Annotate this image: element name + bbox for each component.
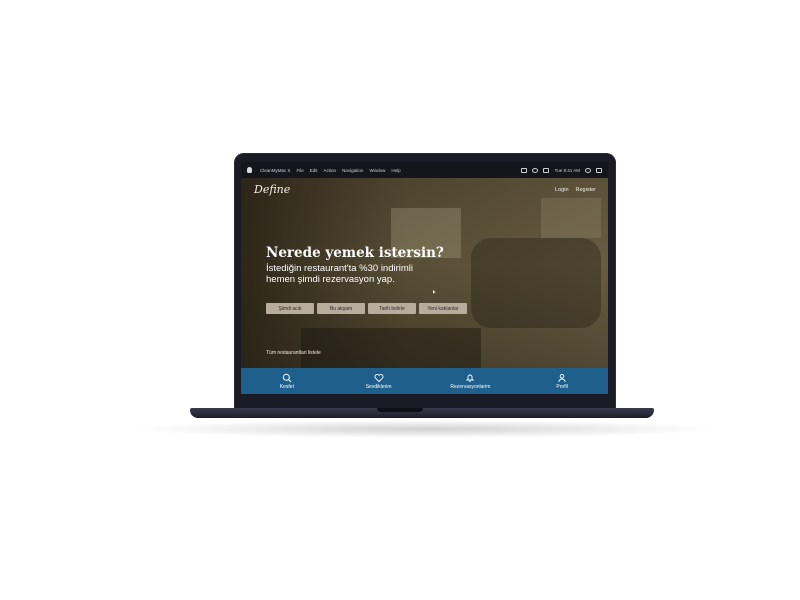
control-center-icon[interactable]	[596, 167, 602, 173]
airplay-icon[interactable]	[542, 167, 549, 173]
bottom-tab-bar: Kesfet Sevdiklerim Rezervasyonlarim Prof…	[241, 368, 608, 394]
hero-background-shape	[541, 198, 601, 238]
menu-window[interactable]: Window	[369, 168, 385, 173]
user-icon	[558, 373, 566, 382]
chip-pick-date[interactable]: Tarih belirle	[368, 303, 416, 314]
tab-sevdiklerim[interactable]: Sevdiklerim	[333, 368, 425, 394]
heart-icon	[374, 373, 384, 382]
tab-label: Profil	[556, 383, 568, 390]
header-nav: Login Register	[555, 187, 596, 193]
hero-subtitle: İstediğin restaurant'ta %30 indirimli he…	[266, 263, 414, 285]
laptop-screen: CleanMyMac X File Edit Action Navigation…	[241, 162, 608, 394]
laptop-notch	[377, 408, 423, 412]
mouse-cursor-icon	[433, 290, 436, 294]
menu-action[interactable]: Action	[324, 168, 337, 173]
chip-open-now[interactable]: Şimdi acık	[266, 303, 314, 314]
menu-navigation[interactable]: Navigation	[342, 168, 363, 173]
site-logo[interactable]: Define	[254, 183, 290, 196]
hero-background-shape	[301, 328, 481, 368]
webpage: Define Login Register Nerede yemek ister…	[241, 178, 608, 394]
laptop-shadow	[130, 420, 720, 438]
battery-icon[interactable]	[520, 167, 527, 173]
login-link[interactable]: Login	[555, 187, 568, 193]
tab-profil[interactable]: Profil	[516, 368, 608, 394]
tab-rezervasyonlarim[interactable]: Rezervasyonlarim	[425, 368, 517, 394]
menu-file[interactable]: File	[297, 168, 304, 173]
hero-background-shape	[471, 238, 601, 328]
apple-icon[interactable]	[247, 167, 252, 173]
search-icon	[282, 373, 292, 382]
tab-label: Kesfet	[279, 383, 294, 390]
menu-app[interactable]: CleanMyMac X	[260, 168, 291, 173]
menu-edit[interactable]: Edit	[310, 168, 318, 173]
tab-kesfet[interactable]: Kesfet	[241, 368, 333, 394]
tab-label: Sevdiklerim	[365, 383, 392, 390]
wifi-icon[interactable]	[531, 167, 538, 173]
filter-chips: Şimdi acık Bu akşam Tarih belirle Yeni k…	[266, 303, 467, 314]
menu-help[interactable]: Help	[391, 168, 400, 173]
tab-label: Rezervasyonlarim	[450, 383, 491, 390]
chip-tonight[interactable]: Bu akşam	[317, 303, 365, 314]
chip-new-joiners[interactable]: Yeni katılanlar	[419, 303, 467, 314]
bell-icon	[466, 374, 475, 382]
register-link[interactable]: Register	[576, 187, 596, 193]
list-all-restaurants-link[interactable]: Tüm restaurantlari listele	[266, 350, 321, 356]
menubar-clock[interactable]: Tue 8:41 AM	[555, 168, 580, 173]
macos-menubar: CleanMyMac X File Edit Action Navigation…	[241, 162, 608, 178]
hero-title: Nerede yemek istersin?	[266, 245, 444, 261]
spotlight-icon[interactable]	[585, 167, 591, 173]
